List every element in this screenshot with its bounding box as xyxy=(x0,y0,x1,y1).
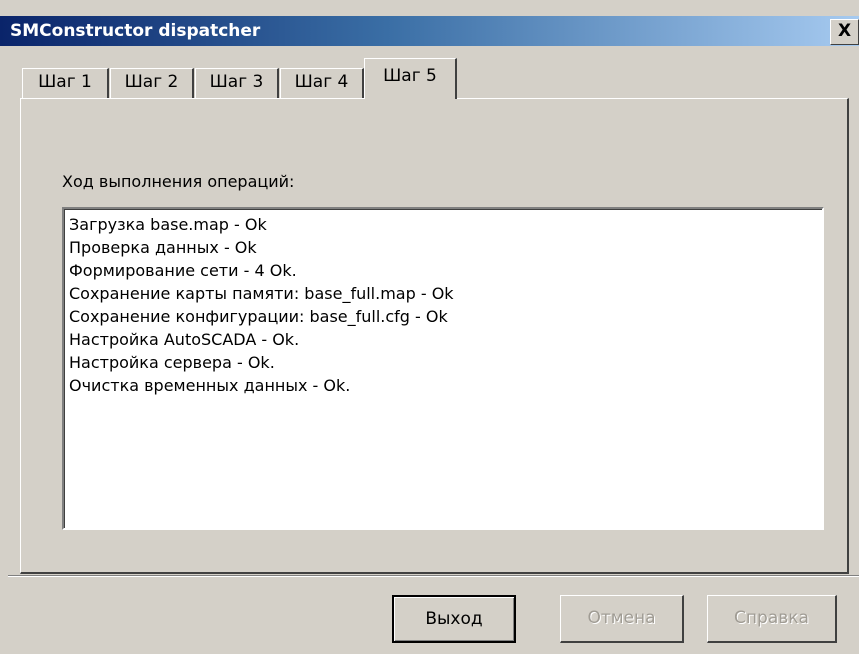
window-title: SMConstructor dispatcher xyxy=(10,21,261,41)
tab-step-4[interactable]: Шаг 4 xyxy=(280,68,364,98)
help-button[interactable]: Справка xyxy=(707,595,837,643)
footer-separator xyxy=(8,575,859,577)
exit-button[interactable]: Выход xyxy=(392,595,516,643)
log-line: Сохранение карты памяти: base_full.map -… xyxy=(69,284,454,303)
tab-step-3[interactable]: Шаг 3 xyxy=(195,68,279,98)
dispatcher-window: SMConstructor dispatcher X Шаг 1 Шаг 2 Ш… xyxy=(0,0,859,654)
close-button[interactable]: X xyxy=(830,19,859,45)
log-line: Сохранение конфигурации: base_full.cfg -… xyxy=(69,307,448,326)
log-line: Очистка временных данных - Ok. xyxy=(69,376,351,395)
log-line: Загрузка base.map - Ok xyxy=(69,215,267,234)
progress-label: Ход выполнения операций: xyxy=(62,172,295,191)
log-line: Проверка данных - Ok xyxy=(69,238,257,257)
operation-log[interactable]: Загрузка base.map - Ok Проверка данных -… xyxy=(62,207,824,530)
cancel-button[interactable]: Отмена xyxy=(560,595,684,643)
tab-step-1[interactable]: Шаг 1 xyxy=(22,68,109,98)
log-line: Настройка AutoSCADA - Ok. xyxy=(69,330,300,349)
title-bar[interactable]: SMConstructor dispatcher xyxy=(0,16,859,46)
close-icon: X xyxy=(837,21,852,41)
tab-step-2[interactable]: Шаг 2 xyxy=(110,68,194,98)
log-line: Формирование сети - 4 Ok. xyxy=(69,261,297,280)
log-line: Настройка сервера - Ok. xyxy=(69,353,275,372)
tab-step-5[interactable]: Шаг 5 xyxy=(364,58,457,99)
